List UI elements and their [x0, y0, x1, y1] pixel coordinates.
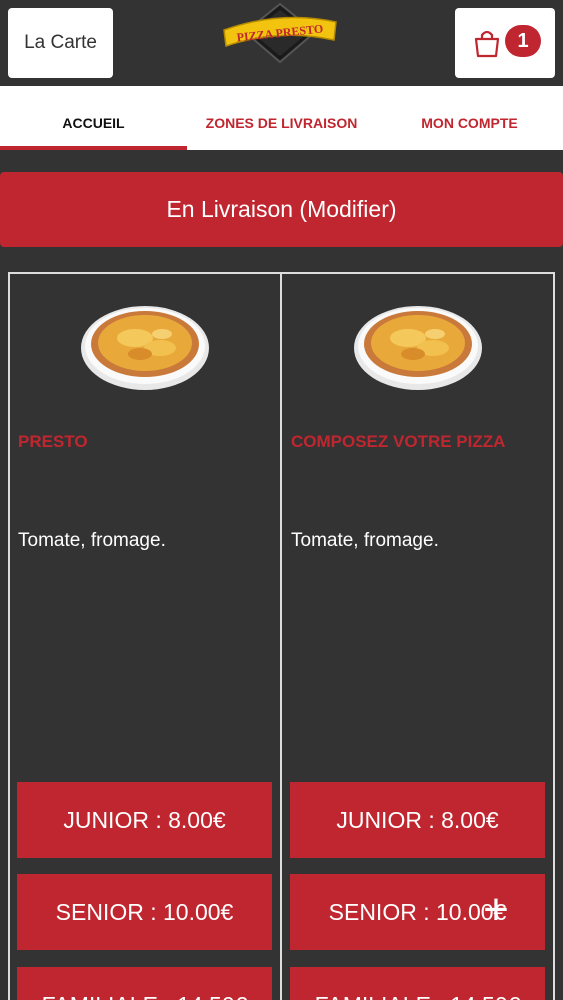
tab-mon-compte[interactable]: MON COMPTE — [376, 86, 563, 150]
size-familiale-button[interactable]: FAMILIALE : 14.50€ — [17, 967, 272, 1000]
la-carte-button[interactable]: La Carte — [8, 8, 113, 78]
size-junior-button[interactable]: JUNIOR : 8.00€ — [17, 782, 272, 858]
product-description: Tomate, fromage. — [291, 530, 439, 551]
shopping-bag-icon — [472, 28, 502, 58]
cart-count-badge: 1 — [505, 25, 541, 57]
pizza-image[interactable] — [353, 298, 483, 392]
plus-icon: + — [483, 885, 509, 934]
product-name: PRESTO — [18, 432, 88, 451]
product-name: COMPOSEZ VOTRE PIZZA — [291, 432, 506, 451]
top-bar: La Carte PIZZA PRESTO 1 — [0, 0, 563, 86]
cart-button[interactable]: 1 — [455, 8, 555, 78]
tab-bar: ACCUEIL ZONES DE LIVRAISON MON COMPTE — [0, 86, 563, 150]
pizza-presto-logo[interactable]: PIZZA PRESTO — [218, 0, 343, 64]
size-senior-button[interactable]: SENIOR : 10.00€ — [17, 874, 272, 950]
pizza-image[interactable] — [80, 298, 210, 392]
active-tab-indicator — [0, 146, 187, 150]
tab-accueil[interactable]: ACCUEIL — [0, 86, 187, 150]
size-junior-button[interactable]: JUNIOR : 8.00€ — [290, 782, 545, 858]
product-card: PRESTO Tomate, fromage. JUNIOR : 8.00€ S… — [10, 274, 281, 1000]
add-fab-button[interactable]: + — [465, 868, 527, 952]
product-description: Tomate, fromage. — [18, 530, 166, 551]
tab-zones-de-livraison[interactable]: ZONES DE LIVRAISON — [187, 86, 376, 150]
delivery-mode-button[interactable]: En Livraison (Modifier) — [0, 172, 563, 247]
size-familiale-button[interactable]: FAMILIALE : 14.50€ — [290, 967, 545, 1000]
